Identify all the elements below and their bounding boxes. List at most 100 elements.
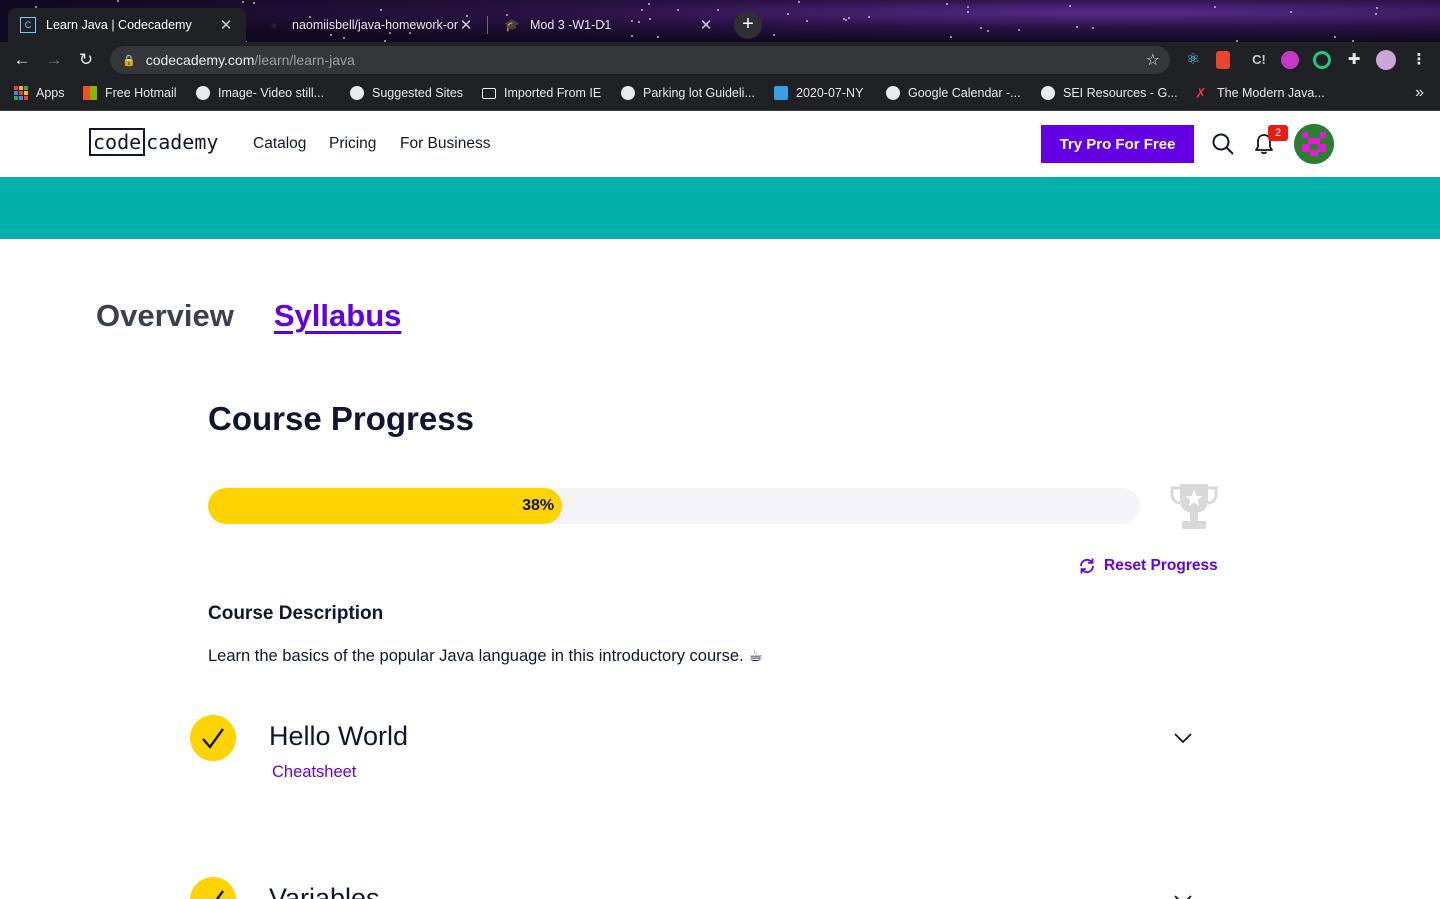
codecademy-logo[interactable]: code cademy [89,128,218,156]
extension-target-icon[interactable] [1313,51,1331,69]
site-header: code cademy Catalog Pricing For Business … [0,111,1440,177]
bookmark-label: The Modern Java... [1217,86,1325,100]
bookmark-image-video[interactable]: Image- Video still... [196,86,324,100]
url-domain: codecademy.com [145,52,255,68]
forward-arrow-icon[interactable]: → [38,50,70,70]
star [1290,11,1292,13]
tab-syllabus[interactable]: Syllabus [274,298,402,334]
star [848,17,850,19]
star [787,13,789,15]
bookmark-apps[interactable]: Apps [14,86,65,100]
course-tabs: Overview Syllabus [96,298,401,334]
extension-globe-icon[interactable] [1281,51,1299,69]
star [806,20,808,22]
github-favicon-icon: ● [270,18,278,32]
completed-check-icon [190,877,236,899]
module-hello-world: Hello World Cheatsheet [190,715,1220,795]
bookmark-suggested-sites[interactable]: Suggested Sites [350,86,463,100]
star [946,3,948,5]
star [1069,5,1071,7]
react-devtools-icon[interactable]: ⚛ [1184,51,1202,69]
lock-icon: 🔒 [122,54,136,67]
search-icon[interactable] [1212,133,1234,155]
globe-icon [886,86,900,100]
logo-box-text: code [89,128,146,156]
star [1214,6,1216,8]
microsoft-icon [83,86,97,100]
trophy-icon [1170,484,1218,529]
bookmark-imported-from-ie[interactable]: Imported From IE [482,86,601,100]
chevron-down-icon[interactable] [1173,731,1193,745]
star [117,0,119,2]
bookmark-2020-07-ny[interactable]: 2020-07-NY [774,86,863,100]
back-arrow-icon[interactable]: ← [6,50,38,70]
tab-separator [487,16,488,34]
globe-icon [350,86,364,100]
star [845,19,847,21]
close-tab-icon[interactable]: ✕ [698,16,714,34]
bookmark-google-calendar[interactable]: Google Calendar -... [886,86,1021,100]
star [1018,29,1020,31]
chevron-down-icon[interactable] [1173,893,1193,899]
browser-tab-github[interactable]: ● naomiisbell/java-homework-on ✕ [254,8,486,42]
url-path: /learn/learn-java [254,52,355,68]
star [773,34,775,36]
nav-catalog[interactable]: Catalog [253,135,306,153]
user-avatar[interactable] [1294,124,1334,164]
module-title: Variables [269,883,380,899]
globe-icon [1041,86,1055,100]
new-tab-button[interactable]: + [734,11,762,39]
close-tab-icon[interactable]: ✕ [218,16,234,34]
reset-progress-button[interactable]: Reset Progress [1078,557,1218,575]
globe-icon [621,86,635,100]
profile-avatar-icon[interactable] [1376,50,1396,70]
star [1375,13,1377,15]
star [1092,27,1094,29]
extension-icon[interactable] [1216,51,1230,69]
star [1076,26,1078,28]
browser-tab-codecademy[interactable]: C Learn Java | Codecademy ✕ [8,8,246,42]
bookmark-star-icon[interactable]: ☆ [1146,50,1160,70]
star [967,11,969,13]
bookmark-free-hotmail[interactable]: Free Hotmail [83,86,177,100]
star [868,16,870,18]
bookmarks-bar: Apps Free Hotmail Image- Video still... … [0,78,1440,111]
browser-tab-strip: C Learn Java | Codecademy ✕ ● naomiisbel… [0,0,1440,42]
nav-pricing[interactable]: Pricing [329,135,376,153]
course-description-text: Learn the basics of the popular Java lan… [208,647,764,665]
codecademy-extension-icon[interactable]: C! [1248,51,1270,69]
star [253,2,255,4]
try-pro-button[interactable]: Try Pro For Free [1041,125,1194,163]
bookmark-label: 2020-07-NY [796,86,864,100]
bookmark-sei-resources[interactable]: SEI Resources - G... [1041,86,1178,100]
reset-progress-label: Reset Progress [1104,557,1218,574]
bookmark-label: Imported From IE [504,86,602,100]
bookmark-modern-java[interactable]: ✗ The Modern Java... [1195,86,1325,100]
nav-for-business[interactable]: For Business [400,135,490,153]
bookmark-parking-lot[interactable]: Parking lot Guideli... [621,86,755,100]
address-bar[interactable]: 🔒 codecademy.com/learn/learn-java ☆ [110,46,1170,74]
star [950,36,952,38]
reload-icon[interactable]: ↻ [70,50,102,70]
apps-grid-icon [14,86,28,100]
tab-title: naomiisbell/java-homework-on [292,18,458,32]
star [980,27,982,29]
figure-icon: ✗ [1195,85,1207,101]
star [798,1,800,3]
more-bookmarks-icon[interactable]: » [1415,84,1424,102]
tab-overview[interactable]: Overview [96,298,234,334]
bookmark-label: Image- Video still... [218,86,325,100]
pixel-avatar-icon [1294,124,1334,164]
cheatsheet-link[interactable]: Cheatsheet [272,763,356,782]
browser-tab-mod3[interactable]: 🎓 Mod 3 -W1-D1 ✕ [492,8,726,42]
progress-bar: 38% [208,488,1140,524]
course-description-heading: Course Description [208,603,384,624]
folder-icon [482,87,496,99]
star [967,6,969,8]
progress-bar-fill: 38% [208,488,563,524]
bookmark-label: SEI Resources - G... [1063,86,1178,100]
module-title: Hello World [269,721,409,751]
browser-menu-icon[interactable]: ⋮ [1410,51,1428,69]
close-tab-icon[interactable]: ✕ [458,16,474,34]
extensions-puzzle-icon[interactable]: ✚ [1345,51,1363,69]
